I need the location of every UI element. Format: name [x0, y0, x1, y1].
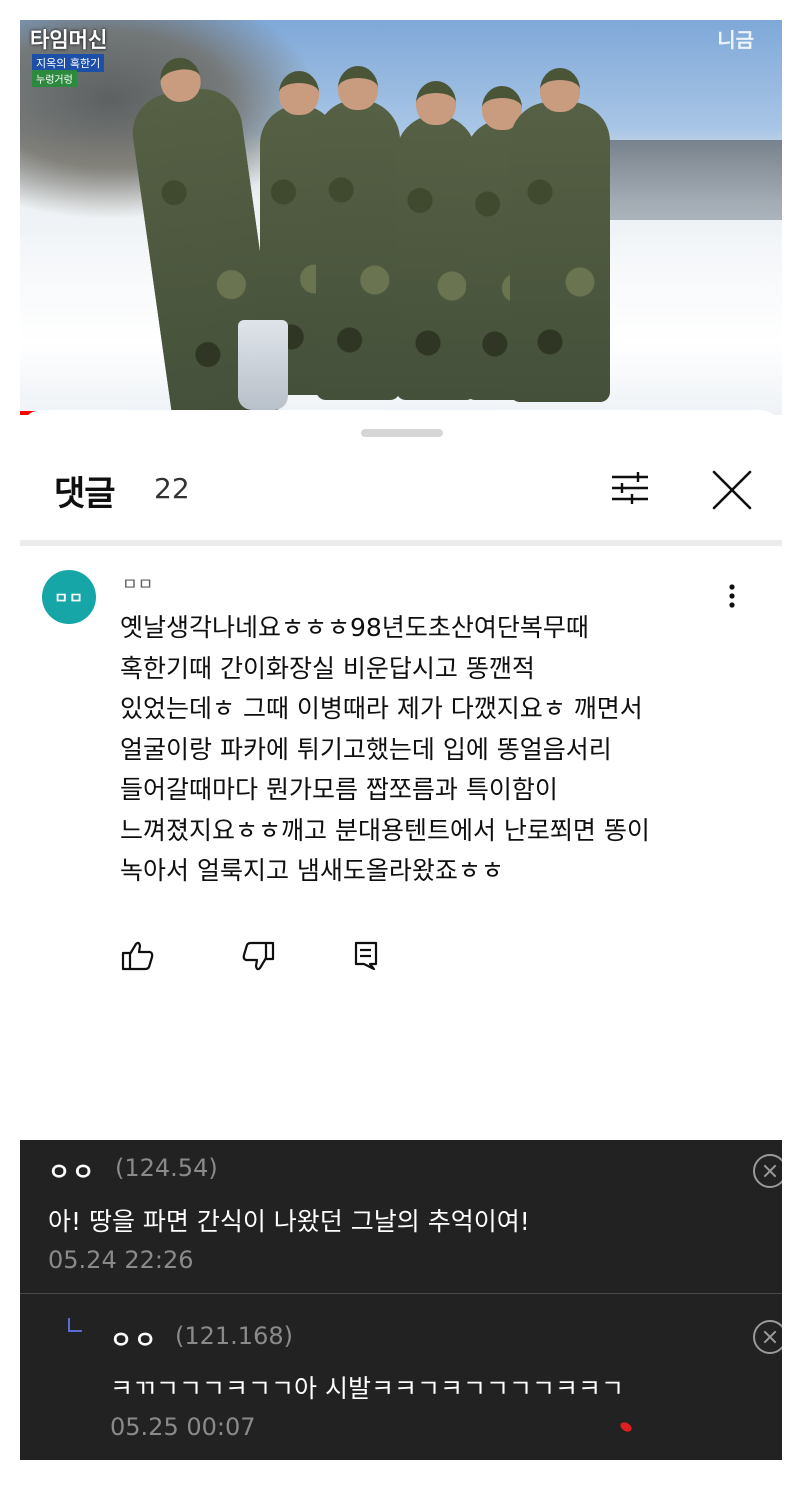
delete-reply-button[interactable]: [753, 1320, 782, 1354]
reply-author-id: (121.168): [175, 1322, 293, 1350]
reply-divider: [20, 1293, 782, 1294]
red-mark: [618, 1420, 634, 1434]
reply-text: ㅋㄲㄱㄱㄱㅋㄱㄱ아 시발ㅋㅋㄱㅋㄱㄱㄱㄱㅋㅋㄱ: [110, 1374, 624, 1403]
video-soldier: [510, 68, 610, 402]
comment-line: 있었는데ㅎ 그때 이병때라 제가 다깼지요ㅎ 깨면서: [120, 694, 643, 723]
reply-author-id: (124.54): [115, 1154, 218, 1182]
sort-filter-button[interactable]: [610, 468, 650, 508]
header-divider: [20, 540, 782, 546]
sliders-icon: [612, 472, 648, 504]
reply-timestamp: 05.25 00:07: [110, 1413, 256, 1441]
comment-line: 느껴졌지요ㅎㅎ깨고 분대용텐트에서 난로쬐면 똥이: [120, 815, 650, 845]
replies-panel: ㅇㅇ (124.54) 아! 땅을 파면 간식이 나왔던 그날의 추억이여! 0…: [20, 1140, 782, 1460]
video-background-trees: [582, 140, 782, 220]
comment-line: 얼굴이랑 파카에 튀기고했는데 입에 똥얼음서리: [120, 734, 612, 764]
comment-line: 들어갈때마다 뭔가모름 짭쪼름과 특이함이: [120, 775, 558, 804]
thumbs-down-icon: [242, 941, 275, 971]
reply-button[interactable]: [350, 938, 386, 974]
comment-line: 녹아서 얼룩지고 냄새도올라왔죠ㅎㅎ: [120, 856, 504, 885]
dislike-button[interactable]: [240, 938, 276, 974]
comments-count: 22: [154, 472, 190, 505]
video-soldier: [316, 66, 400, 400]
thumbs-up-icon: [121, 941, 154, 971]
reply-comment-icon: [354, 941, 378, 971]
reply-author[interactable]: ㅇㅇ: [48, 1152, 96, 1187]
reply-timestamp: 05.24 22:26: [48, 1246, 194, 1274]
video-soldier: [396, 81, 476, 400]
comment-line: 혹한기때 간이화장실 비운답시고 똥깬적: [120, 653, 535, 683]
close-button[interactable]: [710, 468, 754, 512]
nested-reply-icon: [68, 1318, 82, 1332]
reply-author[interactable]: ㅇㅇ: [110, 1320, 158, 1355]
drag-handle[interactable]: [361, 429, 443, 437]
video-channel-watermark: 니금: [717, 28, 754, 52]
video-episode-tag-2: 누렁거렁: [32, 70, 77, 87]
comments-title: 댓글: [54, 474, 116, 514]
like-button[interactable]: [120, 938, 156, 974]
comment-author[interactable]: ㅁㅁ: [122, 570, 153, 595]
avatar[interactable]: ㅁㅁ: [42, 570, 96, 624]
comment-line: 옛날생각나네요ㅎㅎㅎ98년도초산여단복무때: [120, 613, 589, 642]
comment-text: 옛날생각나네요ㅎㅎㅎ98년도초산여단복무때 혹한기때 간이화장실 비운답시고 똥…: [120, 608, 740, 892]
video-show-logo: 타임머신: [30, 28, 108, 52]
close-icon: [712, 470, 752, 510]
delete-reply-button[interactable]: [753, 1154, 782, 1188]
video-shovel: [238, 320, 288, 410]
video-player[interactable]: 타임머신 지옥의 혹한기 누렁거렁 니금: [20, 20, 782, 415]
reply-text: 아! 땅을 파면 간식이 나왔던 그날의 추억이여!: [48, 1207, 530, 1236]
